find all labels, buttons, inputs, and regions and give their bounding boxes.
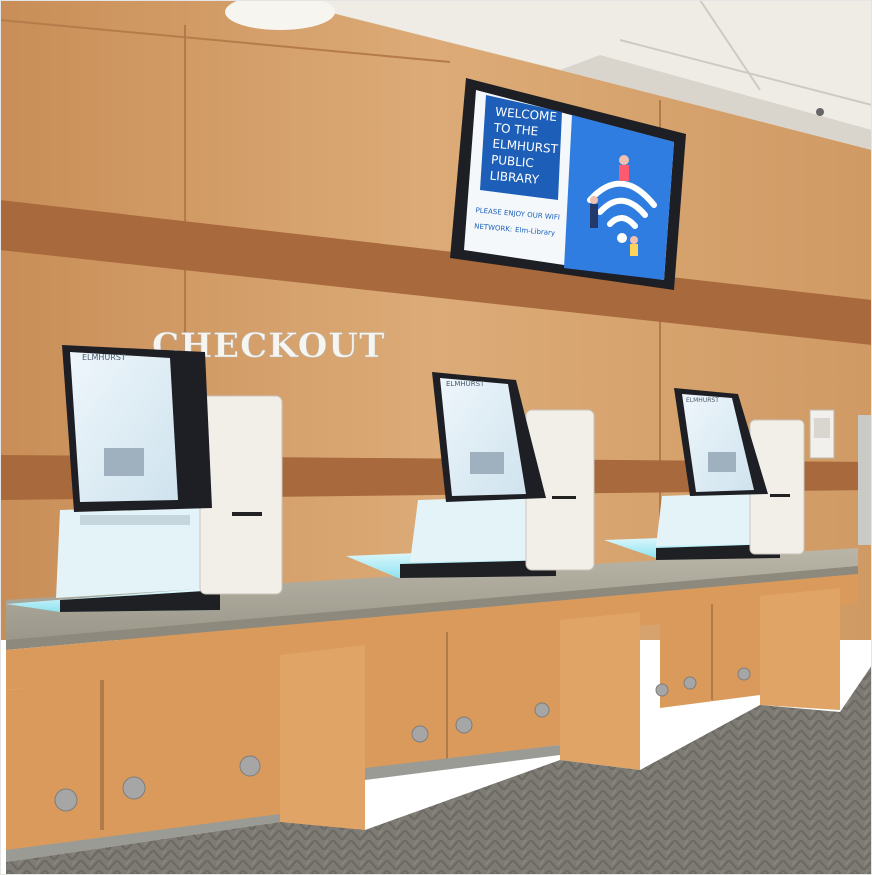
kiosk-3-screen-image — [708, 452, 736, 472]
kiosk-1-screen[interactable] — [70, 352, 178, 502]
counter-leg-1 — [280, 645, 365, 835]
counter-leg-2 — [560, 612, 640, 770]
kiosk-1-brand: ELMHURST — [82, 353, 126, 362]
kiosk-2-body — [410, 496, 545, 562]
library-checkout-scene: WELCOME TO THE ELMHURST PUBLIC LIBRARY P… — [0, 0, 872, 875]
tv-screen-blue-panel — [564, 115, 674, 280]
book-drop-slot — [858, 415, 872, 545]
cabinet-right — [660, 598, 760, 708]
kiosk-1-screen-image — [104, 448, 144, 476]
kiosk-2-brand: ELMHURST — [446, 380, 485, 388]
kiosk-3-brand: ELMHURST — [686, 397, 719, 404]
kiosk-1-printer — [199, 395, 283, 595]
counter-leg-3 — [760, 588, 840, 710]
cabinet-middle — [365, 620, 560, 770]
kiosk-2-screen-image — [470, 452, 504, 474]
